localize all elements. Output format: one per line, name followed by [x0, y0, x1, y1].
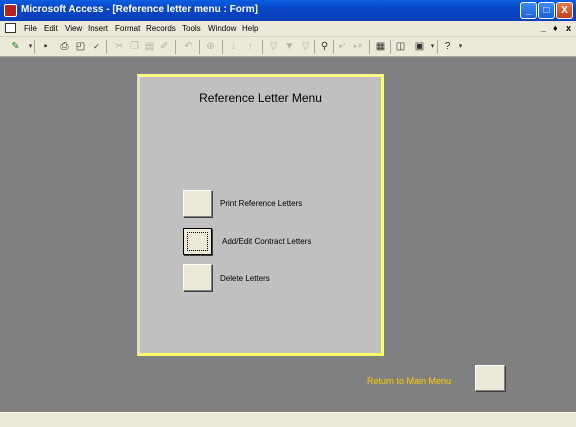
toolbar-separator [262, 40, 263, 54]
menu-records[interactable]: Records [146, 24, 176, 33]
cut-icon[interactable]: ✂ [113, 40, 126, 53]
undo-icon[interactable]: ↶ [182, 40, 195, 53]
menu-bar: File Edit View Insert Format Records Too… [0, 21, 576, 37]
toolbar-separator [390, 40, 391, 54]
menu-window[interactable]: Window [208, 24, 236, 33]
save-icon[interactable]: ▪ [39, 40, 52, 53]
toolbar-separator [333, 40, 334, 54]
toolbar: ✎ ▾ ▪ ⎙ ◰ ✓ ✂ ❐ ▤ ✐ ↶ ⊕ ↓ ↑ ▽ ▼ ▽ ⚲ ▸* ▸… [0, 37, 576, 57]
toolbar-separator [222, 40, 223, 54]
toolbar-separator [106, 40, 107, 54]
window-title: Microsoft Access - [Reference letter men… [21, 4, 258, 15]
print-reference-letters-label: Print Reference Letters [220, 199, 303, 208]
add-edit-contract-letters-button[interactable] [183, 228, 212, 255]
paste-icon[interactable]: ▤ [143, 40, 156, 53]
toolbar-separator [34, 40, 35, 54]
mdi-restore-button[interactable]: ♦ [553, 23, 558, 33]
format-painter-icon[interactable]: ✐ [158, 40, 171, 53]
new-object-icon[interactable]: ▣ [413, 40, 426, 53]
print-icon[interactable]: ⎙ [58, 40, 71, 53]
menu-edit[interactable]: Edit [44, 24, 58, 33]
print-preview-icon[interactable]: ◰ [74, 40, 87, 53]
menu-view[interactable]: View [65, 24, 82, 33]
toolbar-separator [314, 40, 315, 54]
access-app-icon[interactable] [4, 4, 17, 17]
help-icon[interactable]: ? [441, 40, 454, 53]
minimize-button[interactable]: _ [520, 2, 537, 19]
design-view-icon[interactable]: ✎ [9, 40, 22, 53]
delete-letters-button[interactable] [183, 264, 212, 291]
new-record-icon[interactable]: ▸* [336, 40, 349, 53]
reference-letter-form: Reference Letter Menu Print Reference Le… [137, 74, 384, 356]
add-edit-contract-letters-label: Add/Edit Contract Letters [222, 237, 312, 246]
apply-filter-icon[interactable]: ▽ [299, 40, 312, 53]
toolbar-separator [369, 40, 370, 54]
properties-icon[interactable]: ▦ [374, 40, 387, 53]
delete-record-icon[interactable]: ▸✕ [352, 40, 365, 53]
menu-help[interactable]: Help [242, 24, 258, 33]
copy-icon[interactable]: ❐ [128, 40, 141, 53]
toolbar-separator [175, 40, 176, 54]
print-reference-letters-button[interactable] [183, 190, 212, 217]
spelling-icon[interactable]: ✓ [90, 40, 103, 53]
status-bar [0, 412, 576, 427]
mdi-minimize-button[interactable]: _ [541, 23, 546, 33]
form-document-icon[interactable] [5, 23, 16, 33]
sort-ascending-icon[interactable]: ↓ [227, 40, 240, 53]
title-bar: Microsoft Access - [Reference letter men… [0, 0, 576, 21]
return-to-main-menu-button[interactable] [475, 365, 505, 391]
database-window-icon[interactable]: ◫ [394, 40, 407, 53]
mdi-close-button[interactable]: x [566, 23, 571, 33]
filter-by-form-icon[interactable]: ▼ [283, 40, 296, 53]
delete-letters-label: Delete Letters [220, 274, 270, 283]
dropdown-arrow-icon[interactable]: ▾ [24, 40, 37, 53]
menu-file[interactable]: File [24, 24, 37, 33]
close-button[interactable]: X [556, 2, 573, 19]
menu-format[interactable]: Format [115, 24, 140, 33]
maximize-button[interactable]: □ [538, 2, 555, 19]
menu-insert[interactable]: Insert [88, 24, 108, 33]
mdi-workspace: Reference Letter Menu Print Reference Le… [0, 57, 576, 412]
insert-hyperlink-icon[interactable]: ⊕ [204, 40, 217, 53]
form-title: Reference Letter Menu [199, 91, 322, 105]
return-to-main-menu-label: Return to Main Menu [367, 376, 452, 386]
toolbar-separator [199, 40, 200, 54]
find-icon[interactable]: ⚲ [318, 40, 331, 53]
filter-by-selection-icon[interactable]: ▽ [267, 40, 280, 53]
sort-descending-icon[interactable]: ↑ [244, 40, 257, 53]
help-dropdown-icon[interactable]: ▾ [454, 40, 467, 53]
menu-tools[interactable]: Tools [182, 24, 201, 33]
toolbar-separator [437, 40, 438, 54]
